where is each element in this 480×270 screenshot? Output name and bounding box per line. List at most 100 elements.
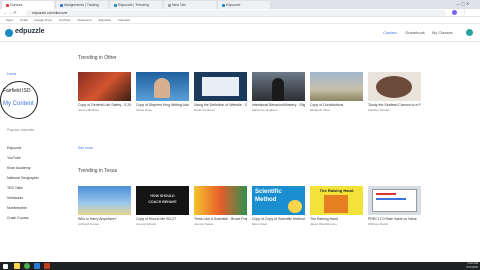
video-author: Ashleigh Sousa <box>78 222 99 226</box>
video-thumbnail[interactable] <box>252 72 305 101</box>
highlight-circle-annotation <box>0 81 38 119</box>
see-more-link[interactable]: See more <box>78 146 93 150</box>
browser-tab[interactable]: Classes <box>2 1 54 9</box>
browser-tab[interactable]: Assignments | Trading <box>56 1 108 9</box>
video-title[interactable]: 'Dusty the Seafeed Cannon to a Picnic Fo… <box>368 103 421 107</box>
windows-start-icon[interactable] <box>3 263 8 269</box>
sidebar-section-title: Popular channels <box>7 128 35 132</box>
video-title[interactable]: Copy of Copy of Scientific Method (The s… <box>252 217 305 221</box>
video-title[interactable]: Intentional Behavior/Mastery - Eligibili… <box>252 103 305 107</box>
address-bar[interactable]: edpuzzle.com/discover <box>26 10 446 16</box>
tab-favicon-icon <box>114 3 117 7</box>
taskbar-clock[interactable]: 11:02 AM 8/17/2020 <box>458 262 478 270</box>
video-title[interactable]: Think Like A Scientist! - Bruce Frank | … <box>194 217 247 221</box>
nav-buttons[interactable]: ← → ⟳ <box>3 10 17 15</box>
video-title[interactable]: Copy of Stephen King Writing Advice <box>136 103 189 107</box>
video-thumbnail[interactable] <box>194 186 247 215</box>
video-title[interactable]: Copy of General Lab Safety - 5.2/8 Weeb … <box>78 103 131 107</box>
video-thumbnail[interactable] <box>78 72 131 101</box>
screen-line <box>376 193 396 195</box>
video-author: Daniel Andrews <box>194 108 215 112</box>
contact-link[interactable]: Contact <box>383 30 397 35</box>
video-thumbnail[interactable] <box>78 186 131 215</box>
windows-taskbar <box>0 262 480 270</box>
edpuzzle-logo-icon[interactable] <box>5 29 13 37</box>
thumbnail-text: The Raising Hand <box>319 188 354 193</box>
video-author: Zachary Putnam <box>368 108 391 112</box>
video-title[interactable]: Using the Definition of Website - Google… <box>194 103 247 107</box>
video-thumbnail[interactable] <box>368 186 421 215</box>
video-author: Jeremy Woods <box>136 222 156 226</box>
bookmark-item[interactable]: Classroom <box>77 18 91 22</box>
video-author: James Martinez <box>78 108 100 112</box>
bookmarks-bar: Apps Gmail Google Drive YouTube Classroo… <box>0 17 480 24</box>
bookmark-item[interactable]: Edpuzzle <box>99 18 111 22</box>
video-title[interactable]: Copy of Constitutions <box>310 103 363 107</box>
sidebar-channel-item[interactable]: Khan Academy <box>7 166 31 170</box>
bookmark-item[interactable]: Google Drive <box>34 18 52 22</box>
user-avatar[interactable] <box>466 29 473 36</box>
cartoon-face-icon <box>288 200 302 213</box>
sidebar-channel-item[interactable]: Numberphile <box>7 206 27 210</box>
person-figure-icon <box>154 78 170 98</box>
video-author: Whitney Marsh <box>368 222 389 226</box>
screen-line <box>376 198 406 200</box>
file-explorer-icon[interactable] <box>14 263 20 269</box>
browser-menu-icon[interactable]: ⋮ <box>462 9 467 15</box>
video-title[interactable]: PRECI 2.0 Rate Value vs Value <box>368 217 421 221</box>
video-title[interactable]: Who Is Harry Anywhere? <box>78 217 131 221</box>
browser-tab[interactable]: New Tab <box>164 1 216 9</box>
browser-tab[interactable]: Edpuzzle | Trending <box>110 1 162 9</box>
thumbnail-text: Method <box>255 197 277 203</box>
plate-image <box>376 76 412 98</box>
profile-avatar-icon[interactable] <box>452 10 457 15</box>
section-title: Trending in Other <box>78 55 117 61</box>
sidebar-channel-item[interactable]: Edpuzzle <box>7 146 21 150</box>
video-author: Gloria Rose <box>136 108 152 112</box>
tab-favicon-icon <box>6 3 9 7</box>
book-cover-image <box>324 195 348 213</box>
bookmark-item[interactable]: YouTube <box>59 18 71 22</box>
tab-favicon-icon <box>222 3 225 7</box>
video-thumbnail[interactable]: HOW SHOULD COACH BEHAVE <box>136 186 189 215</box>
bookmark-item[interactable]: Gmail <box>20 18 28 22</box>
sidebar-channel-item[interactable]: National Geographic <box>7 176 39 180</box>
video-author: Jeremy Reese <box>194 222 214 226</box>
person-figure-icon <box>272 78 284 101</box>
sidebar-channel-item[interactable]: Crash Course <box>7 216 29 220</box>
video-thumbnail[interactable]: The Raising Hand <box>310 186 363 215</box>
sidebar-channel-item[interactable]: YouTube <box>7 156 21 160</box>
section-title: Trending in Texas <box>78 168 118 174</box>
video-title[interactable]: Copy of Round Me SD-27 <box>136 217 189 221</box>
sidebar-channel-item[interactable]: Veritasium <box>7 196 23 200</box>
video-thumbnail[interactable] <box>368 72 421 101</box>
tab-favicon-icon <box>60 3 63 7</box>
sidebar-item-home[interactable]: Home <box>7 72 16 76</box>
my-classes-menu[interactable]: My Classes <box>432 30 453 35</box>
gradebook-link[interactable]: Gradebook <box>405 30 425 35</box>
video-thumbnail[interactable]: Scientific Method <box>252 186 305 215</box>
thumbnail-text: COACH BEHAVE <box>148 200 177 204</box>
powerpoint-icon[interactable] <box>44 263 50 269</box>
video-author: Maria Cunningham <box>252 108 278 112</box>
video-author: Ellen Owen <box>252 222 268 226</box>
tab-favicon-icon <box>168 3 171 7</box>
slide-preview <box>202 77 239 96</box>
video-author: Elizabeth Olive <box>310 108 331 112</box>
video-thumbnail[interactable] <box>136 72 189 101</box>
video-thumbnail[interactable] <box>194 72 247 101</box>
window-controls[interactable]: — ▢ ✕ <box>456 1 469 6</box>
chrome-icon[interactable] <box>24 263 30 269</box>
thumbnail-text: Scientific <box>255 189 282 195</box>
video-thumbnail[interactable] <box>310 72 363 101</box>
sidebar-channel-item[interactable]: TED Talks <box>7 186 23 190</box>
video-author: Jason Weathermore <box>310 222 337 226</box>
word-icon[interactable] <box>34 263 40 269</box>
video-title[interactable]: The Raising Hand <box>310 217 363 221</box>
bookmark-item[interactable]: Apps <box>6 18 13 22</box>
bookmark-item[interactable]: Calendar <box>118 18 130 22</box>
brand-name[interactable]: edpuzzle <box>15 28 45 35</box>
thumbnail-text: HOW SHOULD <box>150 194 175 198</box>
browser-tab[interactable]: Edpuzzle <box>218 1 270 9</box>
browser-tab-bar: Classes Assignments | Trading Edpuzzle |… <box>0 0 480 9</box>
